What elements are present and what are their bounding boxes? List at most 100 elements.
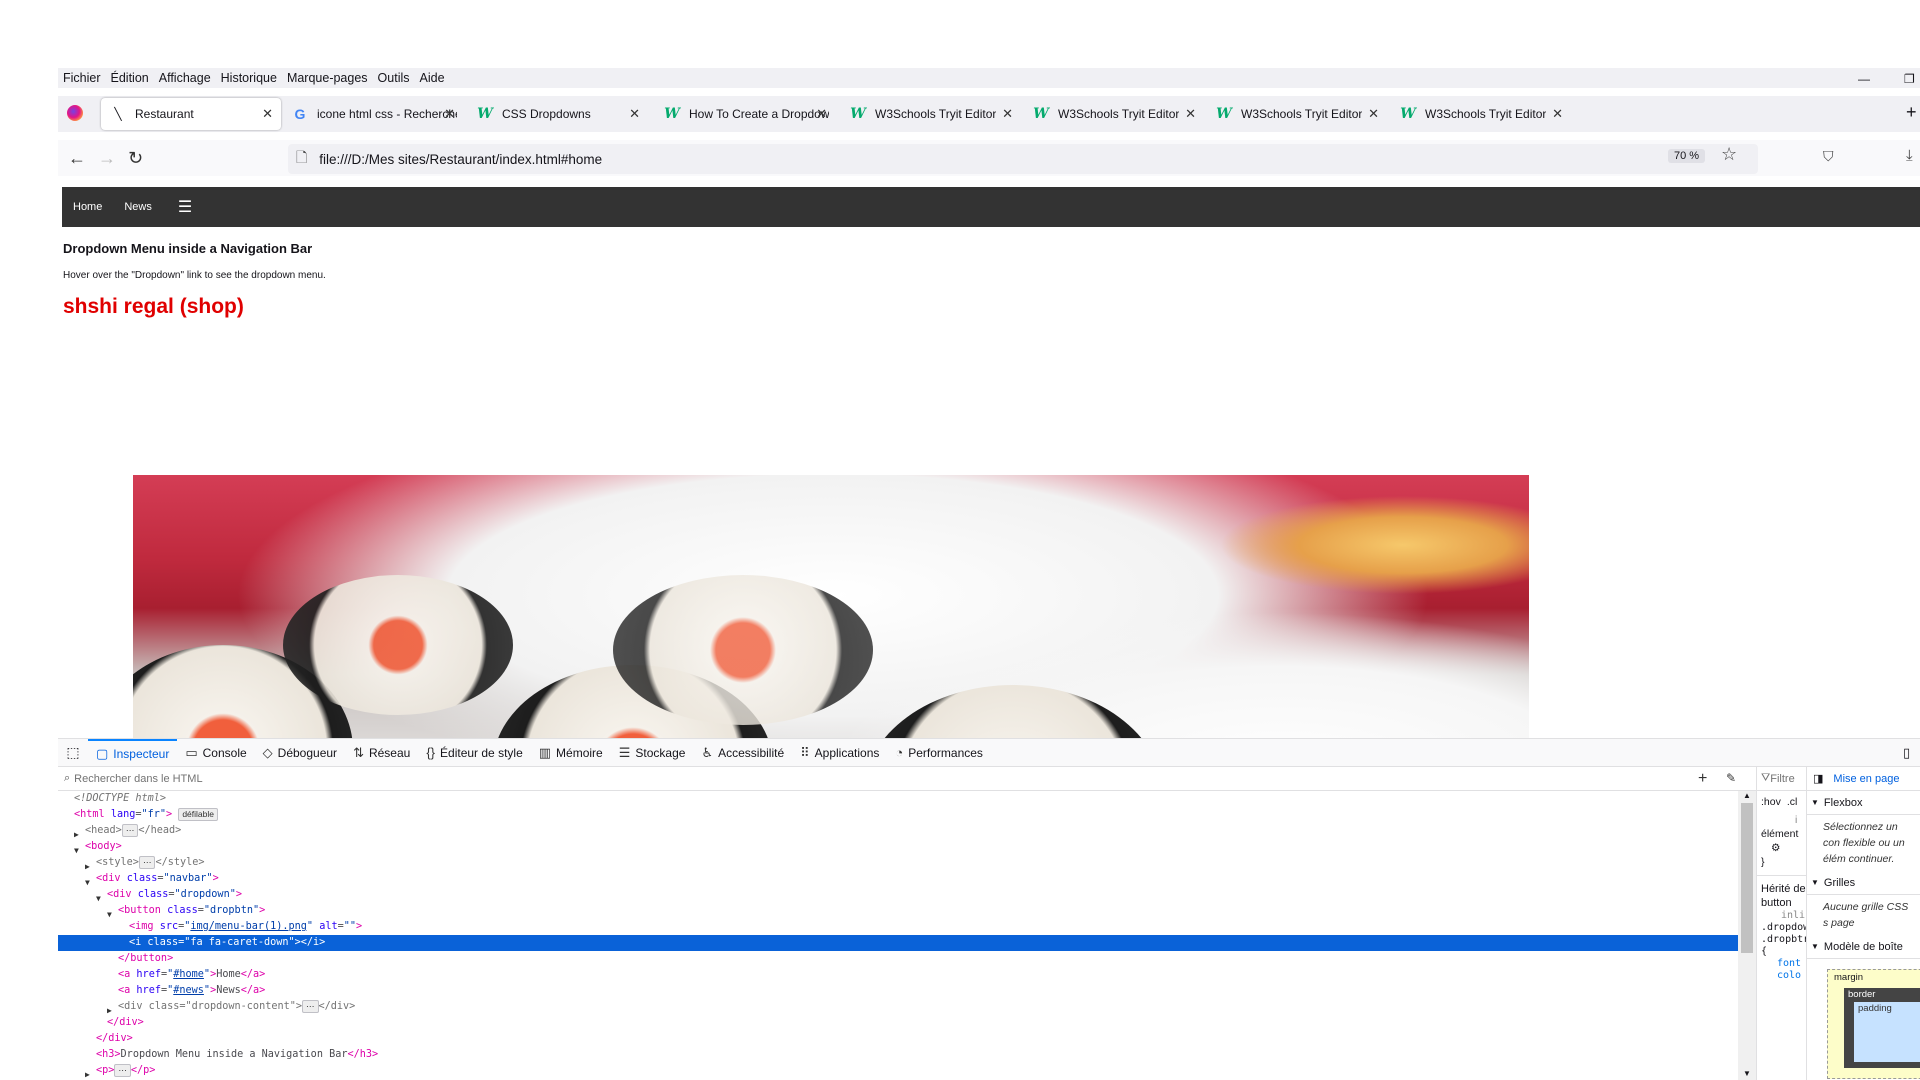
layout-tabs: ◨ Mise en page xyxy=(1807,767,1920,791)
markup-img[interactable]: <img src="img/menu-bar(1).png" alt=""> xyxy=(58,919,1738,935)
close-tab-icon[interactable]: ✕ xyxy=(1552,106,1563,122)
tab-accessibilite[interactable]: ♿ Accessibilité xyxy=(693,739,792,767)
back-icon[interactable]: ← xyxy=(68,148,86,169)
bookmark-star-icon[interactable]: ☆ xyxy=(1721,144,1737,165)
tab-tryit-3[interactable]: W W3Schools Tryit Editor ✕ xyxy=(1207,98,1387,130)
grilles-section[interactable]: ▼ Grilles xyxy=(1807,871,1920,895)
tab-tryit-1[interactable]: W W3Schools Tryit Editor ✕ xyxy=(841,98,1021,130)
tab-console[interactable]: ▭ Console xyxy=(177,739,254,767)
tab-applications[interactable]: ⠿ Applications xyxy=(792,739,887,767)
reload-icon[interactable]: ↻ xyxy=(128,148,143,169)
gear-icon[interactable]: ⚙ xyxy=(1761,841,1806,855)
scroll-down-icon[interactable]: ▼ xyxy=(1743,1069,1751,1078)
menu-aide[interactable]: Aide xyxy=(415,71,450,85)
html-search-bar[interactable]: ⌕ Rechercher dans le HTML + ✎ xyxy=(58,767,1756,791)
devtools-panel: ⬚ ▢ Inspecteur ▭ Console ◇ Débogueur ⇅ Résea… xyxy=(58,738,1920,1080)
markup-style[interactable]: ▶ <style> ⋯ </style> xyxy=(58,855,1738,871)
close-tab-icon[interactable]: ✕ xyxy=(629,106,640,122)
close-tab-icon[interactable]: ✕ xyxy=(1185,106,1196,122)
menu-historique[interactable]: Historique xyxy=(216,71,282,85)
w3schools-icon: W xyxy=(1216,106,1232,122)
menu-fichier[interactable]: Fichier xyxy=(58,71,106,85)
close-tab-icon[interactable]: ✕ xyxy=(816,106,827,122)
menu-bars-icon[interactable]: ☰ xyxy=(168,197,202,217)
close-tab-icon[interactable]: ✕ xyxy=(1002,106,1013,122)
scroll-thumb[interactable] xyxy=(1741,803,1753,953)
menu-affichage[interactable]: Affichage xyxy=(154,71,216,85)
box-model-section[interactable]: ▼ Modèle de boîte xyxy=(1807,935,1920,959)
hov-toggle[interactable]: :hov xyxy=(1761,796,1781,808)
markup-button-dropbtn[interactable]: ▼ <button class="dropbtn"> xyxy=(58,903,1738,919)
markup-i-caret-selected[interactable]: <i class="fa fa-caret-down"></i> xyxy=(58,935,1738,951)
pocket-icon[interactable]: ⛉ xyxy=(1823,148,1834,165)
markup-div-close-1[interactable]: </div> xyxy=(58,1015,1738,1031)
tab-how-to-dropdown[interactable]: W How To Create a Dropdown Na ✕ xyxy=(655,98,835,130)
tab-performances[interactable]: ◔ Performances xyxy=(887,739,991,767)
markup-scrollbar[interactable]: ▲ ▼ xyxy=(1738,791,1756,1080)
markup-h3[interactable]: <h3>Dropdown Menu inside a Navigation Ba… xyxy=(58,1047,1738,1063)
forward-icon[interactable]: → xyxy=(98,148,116,169)
tab-google[interactable]: G icone html css - Recherche Goo ✕ xyxy=(283,98,463,130)
markup-html[interactable]: <html lang="fr"> défilable xyxy=(58,807,1738,823)
element-rule[interactable]: i élément ⚙ } xyxy=(1757,813,1806,869)
tab-tryit-4[interactable]: W W3Schools Tryit Editor ✕ xyxy=(1391,98,1571,130)
menu-outils[interactable]: Outils xyxy=(373,71,415,85)
tab-restaurant[interactable]: ╲ Restaurant ✕ xyxy=(101,98,281,130)
nav-link-news[interactable]: News xyxy=(113,201,163,213)
close-tab-icon[interactable]: ✕ xyxy=(262,106,273,122)
tab-reseau[interactable]: ⇅ Réseau xyxy=(345,739,418,767)
menu-marque-pages[interactable]: Marque-pages xyxy=(282,71,373,85)
restore-icon[interactable]: ❐ xyxy=(1904,72,1915,86)
markup-div-close-2[interactable]: </div> xyxy=(58,1031,1738,1047)
applications-icon: ⠿ xyxy=(800,744,810,760)
tab-css-dropdowns[interactable]: W CSS Dropdowns ✕ xyxy=(468,98,648,130)
flexbox-section[interactable]: ▼ Flexbox xyxy=(1807,791,1920,815)
download-icon[interactable]: ⤓ xyxy=(1906,147,1913,164)
cls-toggle[interactable]: .cl xyxy=(1787,796,1798,808)
markup-doctype[interactable]: <!DOCTYPE html> xyxy=(58,791,1738,807)
new-tab-icon[interactable]: + xyxy=(1906,102,1917,123)
dock-icon[interactable]: ▯ xyxy=(1903,745,1910,761)
close-tab-icon[interactable]: ✕ xyxy=(1368,106,1379,122)
markup-div-navbar[interactable]: ▼ <div class="navbar"> xyxy=(58,871,1738,887)
markup-head[interactable]: ▶ <head> ⋯ </head> xyxy=(58,823,1738,839)
nav-toolbar: ← → ↻ 🗋 file:///D:/Mes sites/Restaurant/… xyxy=(58,140,1920,176)
markup-div-dropdown[interactable]: ▼ <div class="dropdown"> xyxy=(58,887,1738,903)
tab-mise-en-page[interactable]: Mise en page xyxy=(1833,773,1899,785)
tab-memoire[interactable]: ▥ Mémoire xyxy=(531,739,611,767)
markup-button-close[interactable]: </button> xyxy=(58,951,1738,967)
rules-filter[interactable]: ⛛ Filtre xyxy=(1757,767,1806,791)
menu-edition[interactable]: Édition xyxy=(106,71,154,85)
minimize-icon[interactable]: — xyxy=(1858,72,1870,86)
add-node-icon[interactable]: + xyxy=(1698,770,1707,788)
search-icon: ⌕ xyxy=(64,772,71,784)
tab-editeur-de-style[interactable]: {} Éditeur de style xyxy=(418,739,530,767)
firefox-view-icon[interactable] xyxy=(67,105,83,121)
markup-a-home[interactable]: <a href="#home">Home</a> xyxy=(58,967,1738,983)
html-markup-tree: <!DOCTYPE html> <html lang="fr"> défilab… xyxy=(58,791,1738,1080)
w3schools-icon: W xyxy=(664,106,680,122)
markup-p[interactable]: ▶ <p> ⋯ </p> xyxy=(58,1063,1738,1079)
close-tab-icon[interactable]: ✕ xyxy=(444,106,455,122)
tab-inspecteur[interactable]: ▢ Inspecteur xyxy=(88,738,178,767)
zoom-level[interactable]: 70 % xyxy=(1668,149,1706,163)
tab-debogueur[interactable]: ◇ Débogueur xyxy=(255,739,345,767)
eyedropper-icon[interactable]: ✎ xyxy=(1726,771,1736,785)
scroll-up-icon[interactable]: ▲ xyxy=(1743,791,1751,800)
page-heading: Dropdown Menu inside a Navigation Bar xyxy=(63,241,313,256)
markup-body[interactable]: ▼ <body> xyxy=(58,839,1738,855)
markup-a-news[interactable]: <a href="#news">News</a> xyxy=(58,983,1738,999)
tab-stockage[interactable]: ☰ Stockage xyxy=(611,739,694,767)
sidebar-toggle-icon[interactable]: ◨ xyxy=(1813,772,1823,785)
url-bar[interactable]: 🗋 file:///D:/Mes sites/Restaurant/index.… xyxy=(288,144,1758,174)
tab-tryit-2[interactable]: W W3Schools Tryit Editor ✕ xyxy=(1024,98,1204,130)
debugger-icon: ◇ xyxy=(262,744,273,760)
nav-link-home[interactable]: Home xyxy=(62,201,113,213)
markup-div-dropdown-content[interactable]: ▶ <div class="dropdown-content"> ⋯ </div> xyxy=(58,999,1738,1015)
box-margin: margin border padding xyxy=(1827,969,1920,1079)
element-picker-icon[interactable]: ⬚ xyxy=(58,744,88,761)
accessibility-icon: ♿ xyxy=(701,744,714,760)
dropbtn-rule[interactable]: inli .dropdow .dropbtr { font colo xyxy=(1757,910,1806,982)
html-search-input[interactable]: Rechercher dans le HTML xyxy=(74,773,202,785)
url-text[interactable]: file:///D:/Mes sites/Restaurant/index.ht… xyxy=(319,152,602,167)
